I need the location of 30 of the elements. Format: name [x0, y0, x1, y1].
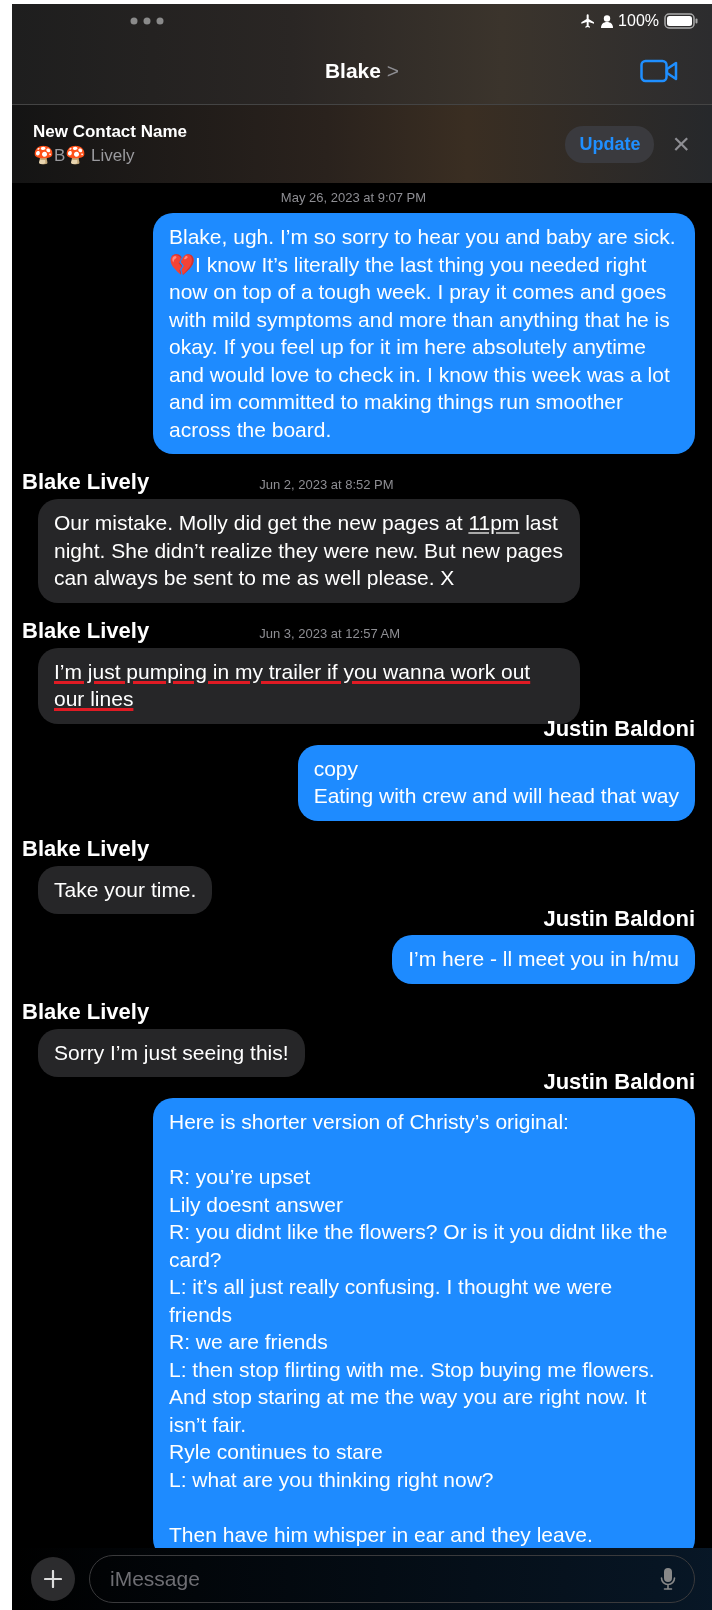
message-bubble: I’m here - ll meet you in h/mu — [392, 935, 695, 984]
message-bubble: Our mistake. Molly did get the new pages at 11pm last night. She didn’t realize they were new. But new pages can always be sent to me as well please. X — [38, 499, 580, 603]
sender-label: Blake Lively — [22, 835, 150, 862]
sender-label: Justin Baldoni — [543, 1069, 695, 1095]
timestamp: Jun 2, 2023 at 8:52 PM — [259, 477, 394, 492]
message-bubble: Here is shorter version of Christy’s original: R: you’re upset Lily doesnt answer R: you didnt like the flowers? Or is it you didnt like the card? L: it’s all just really confusing. I thought we were friends R: we are friends L: then stop flirting with me. Stop buying me flowers. And stop staring at me the way you are right now. It isn’t fair. Ryle continues to stare L: what are you thinking right now? Then have him whisper in ear and they leave. — [153, 1098, 695, 1548]
sender-label: Blake Lively — [22, 469, 150, 495]
plus-icon — [44, 1570, 62, 1588]
sender-label: Justin Baldoni — [543, 906, 695, 932]
close-button[interactable]: × — [668, 129, 694, 159]
message-bubble: Sorry I’m just seeing this! — [38, 1028, 305, 1077]
message-bubble: Blake, ugh. I’m so sorry to hear you and baby are sick. 💔I know It’s literally the last thing you needed right now on top of a tough week. I pray it comes and goes with mild symptoms and more than anything that he is okay. If you feel up for it im here absolutely anytime and would love to check in. I know this week was a lot and im committed to making things run smoother across the board. — [153, 213, 695, 454]
suggested-contact-name: 🍄B🍄 Lively — [33, 145, 136, 166]
timestamp: May 26, 2023 at 9:07 PM — [280, 190, 427, 205]
timestamp: Jun 3, 2023 at 12:57 AM — [259, 625, 401, 641]
person-icon — [601, 14, 614, 28]
update-button[interactable]: Update — [565, 125, 655, 163]
battery-percent: 100% — [618, 12, 659, 30]
video-camera-icon[interactable] — [640, 59, 678, 83]
contact-name-button[interactable]: Blake > — [324, 59, 400, 83]
banner-label: New Contact Name — [33, 122, 188, 142]
microphone-icon[interactable] — [660, 1567, 676, 1591]
more-dots-icon — [130, 17, 164, 25]
battery-icon — [664, 13, 698, 29]
airplane-icon — [580, 13, 597, 29]
sender-label: Blake Lively — [22, 998, 150, 1025]
sender-label: Blake Lively — [22, 617, 150, 644]
add-button[interactable] — [31, 1557, 75, 1601]
message-bubble: copy Eating with crew and will head that way — [297, 744, 695, 821]
message-bubble: Take your time. — [38, 865, 213, 914]
